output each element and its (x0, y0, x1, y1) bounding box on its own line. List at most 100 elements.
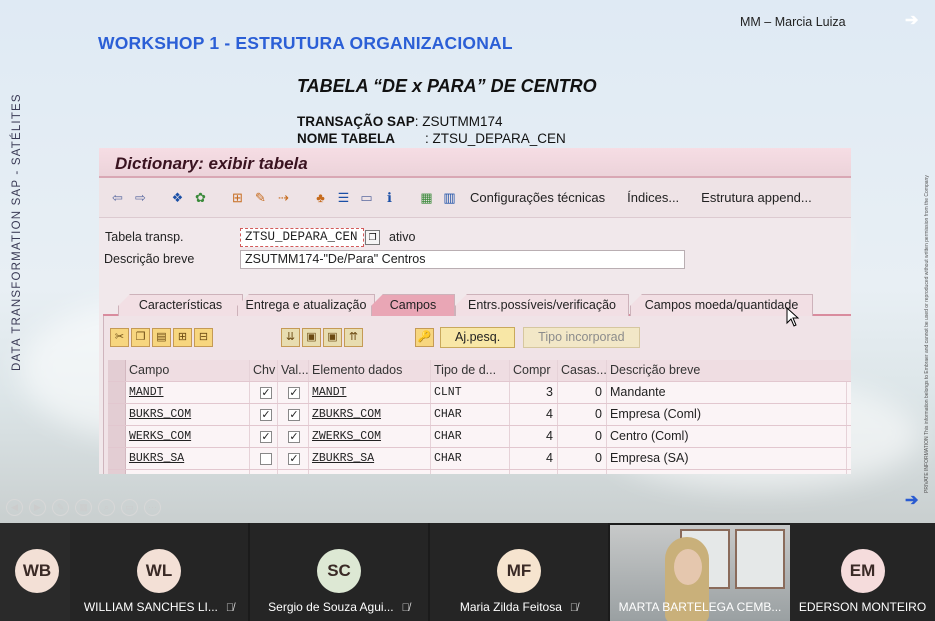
cell-descricao[interactable]: Centro (Coml) (607, 426, 847, 447)
forward-icon[interactable]: ⇨ (132, 190, 149, 206)
info-icon[interactable]: ℹ (381, 190, 398, 206)
cell-compr[interactable]: 3 (510, 382, 558, 403)
cell-casas[interactable]: 0 (558, 404, 607, 425)
navigate-icon[interactable]: ⇢ (275, 190, 292, 206)
search-help-icon[interactable]: 🔑 (415, 327, 434, 347)
column-casas[interactable]: Casas... (558, 360, 607, 381)
table-row[interactable]: MANDT ✓ ✓ MANDT CLNT 3 0 Mandante (108, 382, 851, 404)
participant-tile[interactable]: EM EDERSON MONTEIRO (790, 523, 935, 621)
activate-icon[interactable]: ✎ (252, 190, 269, 206)
cell-descricao[interactable]: Empresa (SA) (607, 448, 847, 469)
next-page-icon[interactable]: ▣ (323, 327, 342, 347)
cell-campo-text[interactable]: MANDT (129, 386, 164, 399)
stack-icon[interactable]: ☰ (335, 190, 352, 206)
contents-icon[interactable]: ▦ (418, 190, 435, 206)
insert-row-icon[interactable]: ⊞ (173, 327, 192, 347)
cell-descricao[interactable]: Empresa (Coml) (607, 404, 847, 425)
cell-campo[interactable]: MANDT (126, 382, 250, 403)
last-page-icon[interactable]: ⇈ (344, 327, 363, 347)
first-page-icon[interactable]: ⇊ (281, 327, 300, 347)
pen-icon[interactable]: ✎ (52, 499, 69, 516)
subtitles-icon[interactable]: ▭ (121, 499, 138, 516)
cell-campo[interactable]: BUKRS_SA (126, 448, 250, 469)
row-selector[interactable] (108, 448, 126, 469)
indexes-button[interactable]: Índices... (627, 190, 679, 205)
column-elemento[interactable]: Elemento dados (309, 360, 431, 381)
cell-tipo[interactable]: CLNT (431, 382, 510, 403)
zoom-icon[interactable]: ⌕ (98, 499, 115, 516)
cell-tipo[interactable]: CHAR (431, 448, 510, 469)
copy-row-icon[interactable]: ❐ (131, 327, 150, 347)
column-tipo[interactable]: Tipo de d... (431, 360, 510, 381)
paste-icon[interactable]: ▤ (152, 327, 171, 347)
tabela-field[interactable]: ZTSU_DEPARA_CEN (240, 228, 364, 247)
hierarchy-icon[interactable]: ♣ (312, 190, 329, 206)
cell-casas[interactable]: 0 (558, 470, 607, 474)
cell-elemento-text[interactable]: ZWERKS_COM (312, 430, 381, 443)
tab-campos[interactable]: Campos (371, 294, 455, 316)
technical-settings-button[interactable]: Configurações técnicas (470, 190, 605, 205)
checkbox-checked[interactable]: ✓ (260, 431, 272, 443)
cell-elemento[interactable]: ZWERKS_SA (309, 470, 431, 474)
tab-caracteristicas[interactable]: Características (118, 294, 243, 316)
cell-elemento[interactable]: ZBUKRS_COM (309, 404, 431, 425)
row-selector[interactable] (108, 404, 126, 425)
column-chv[interactable]: Chv (250, 360, 278, 381)
column-campo[interactable]: Campo (126, 360, 250, 381)
search-help-button[interactable]: Aj.pesq. (440, 326, 516, 348)
cell-elemento[interactable]: MANDT (309, 382, 431, 403)
checkbox-checked[interactable]: ✓ (260, 409, 272, 421)
checkbox-checked[interactable]: ✓ (260, 387, 272, 399)
cell-tipo[interactable]: CHAR (431, 426, 510, 447)
cell-elemento[interactable]: ZWERKS_COM (309, 426, 431, 447)
window-icon[interactable]: ▭ (358, 190, 375, 206)
append-structure-button[interactable]: Estrutura append... (701, 190, 812, 205)
checkbox-checked[interactable]: ✓ (288, 431, 300, 443)
participant-tile[interactable]: WB (0, 523, 70, 621)
cell-campo[interactable]: BUKRS_COM (126, 404, 250, 425)
delete-row-icon[interactable]: ⊟ (194, 327, 213, 347)
table-row[interactable]: WERKS_SA ✓ZWERKS_SACHAR40Centro (SA) (108, 470, 851, 474)
tab-entrega[interactable]: Entrega e atualização (237, 294, 375, 316)
tab-entradas[interactable]: Entrs.possíveis/verificação (455, 294, 629, 316)
chevron-right-icon[interactable]: ➔ (905, 10, 918, 30)
next-slide-icon[interactable]: ➔ (905, 490, 918, 510)
check-object-icon[interactable]: ✿ (192, 190, 209, 206)
cell-compr[interactable]: 4 (510, 448, 558, 469)
table-row[interactable]: BUKRS_COM ✓ ✓ ZBUKRS_COM CHAR 4 0 Empresa (Coml… (108, 404, 851, 426)
cell-tipo[interactable]: CHAR (431, 470, 510, 474)
cell-campo-text[interactable]: BUKRS_COM (129, 408, 191, 421)
checkbox-unchecked[interactable] (260, 453, 272, 465)
row-selector[interactable] (108, 382, 126, 403)
cell-descricao[interactable]: Centro (SA) (607, 470, 847, 474)
table-row[interactable]: BUKRS_SA ✓ ZBUKRS_SA CHAR 4 0 Empresa (SA) (108, 448, 851, 470)
built-in-type-button[interactable]: Tipo incorporad (523, 326, 640, 348)
cell-compr[interactable]: 4 (510, 470, 558, 474)
table-row[interactable]: WERKS_COM ✓ ✓ ZWERKS_COM CHAR 4 0 Centro (Coml) (108, 426, 851, 448)
cell-elemento[interactable]: ZBUKRS_SA (309, 448, 431, 469)
row-selector[interactable] (108, 470, 126, 474)
cut-icon[interactable]: ✂ (110, 327, 129, 347)
cell-elemento-text[interactable]: ZBUKRS_COM (312, 408, 381, 421)
cell-campo[interactable]: WERKS_COM (126, 426, 250, 447)
back-icon[interactable]: ⇦ (109, 190, 126, 206)
row-selector[interactable] (108, 426, 126, 447)
cell-elemento-text[interactable]: ZBUKRS_SA (312, 452, 374, 465)
checkbox-checked[interactable]: ✓ (288, 453, 300, 465)
copy-icon[interactable]: ❐ (365, 230, 380, 245)
table-icon[interactable]: ▥ (441, 190, 458, 206)
prev-page-icon[interactable]: ▣ (302, 327, 321, 347)
cell-compr[interactable]: 4 (510, 426, 558, 447)
glasses-icon[interactable]: ❖ (169, 190, 186, 206)
cell-casas[interactable]: 0 (558, 448, 607, 469)
checkbox-checked[interactable]: ✓ (288, 409, 300, 421)
cell-campo[interactable]: WERKS_SA (126, 470, 250, 474)
cell-compr[interactable]: 4 (510, 404, 558, 425)
descricao-field[interactable]: ZSUTMM174-"De/Para" Centros (240, 250, 685, 269)
participant-tile[interactable]: SC Sergio de Souza Agui... 🎙̸ (250, 523, 428, 621)
play-icon[interactable]: ▶ (29, 499, 46, 516)
cell-casas[interactable]: 0 (558, 382, 607, 403)
column-val[interactable]: Val... (278, 360, 309, 381)
cell-descricao[interactable]: Mandante (607, 382, 847, 403)
participant-tile[interactable]: MF Maria Zilda Feitosa 🎙̸ (430, 523, 608, 621)
